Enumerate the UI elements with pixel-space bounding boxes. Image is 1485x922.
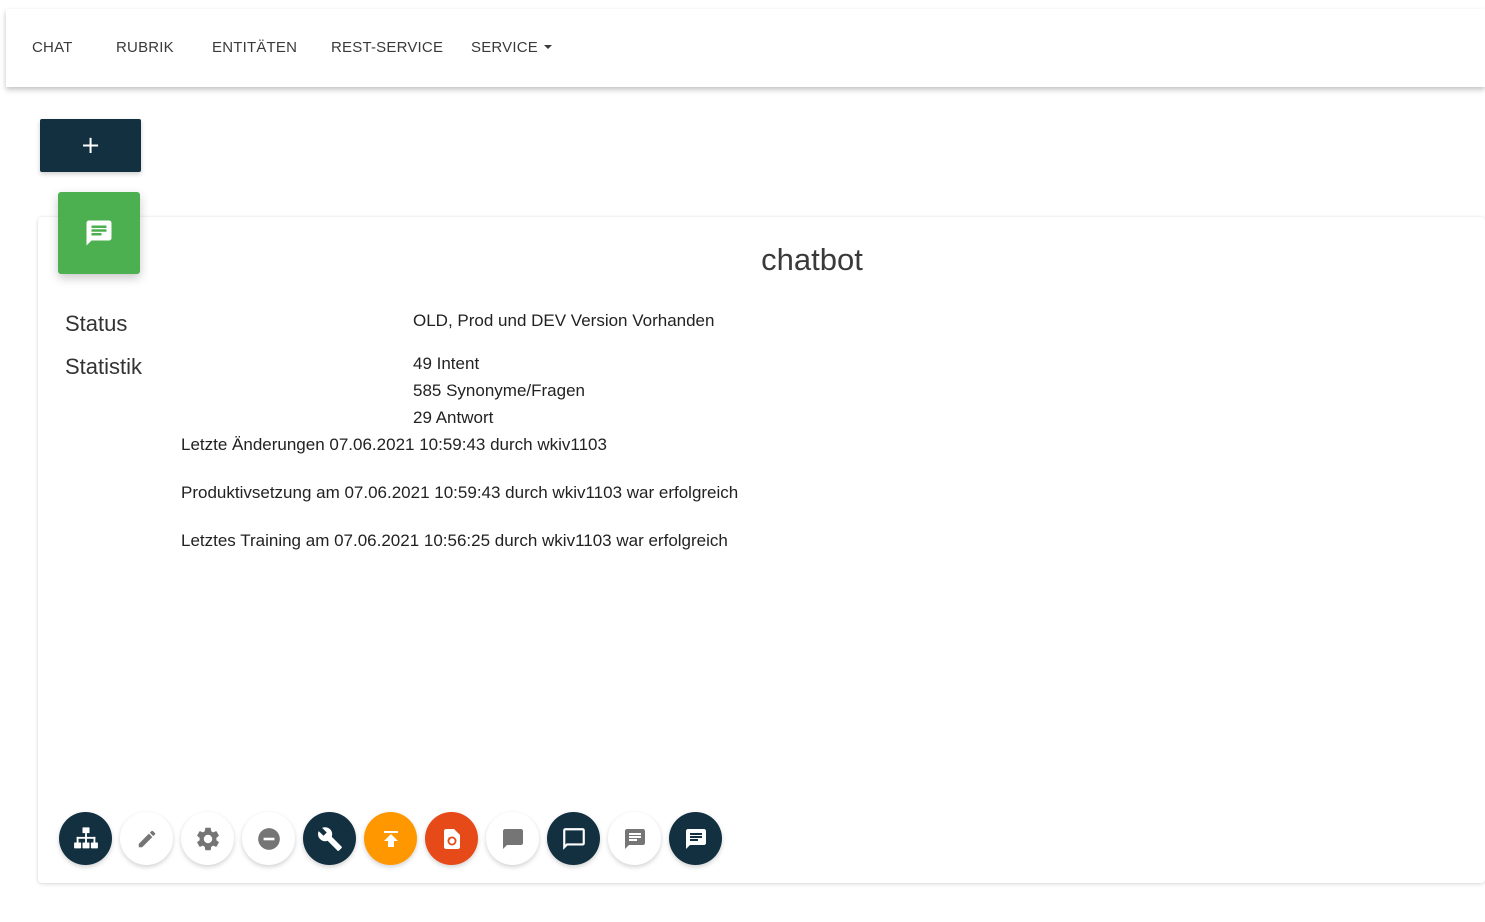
edit-button[interactable] bbox=[120, 812, 173, 865]
card-title: chatbot bbox=[761, 242, 863, 277]
status-value: OLD, Prod und DEV Version Vorhanden bbox=[413, 311, 715, 330]
add-button[interactable]: + bbox=[40, 119, 141, 172]
statistik-label: Statistik bbox=[65, 354, 143, 379]
restore-button[interactable] bbox=[425, 812, 478, 865]
chat-outline-icon bbox=[562, 827, 585, 850]
last-changes-info: Letzte Änderungen 07.06.2021 10:59:43 du… bbox=[181, 435, 607, 454]
nav-service-label: SERVICE bbox=[471, 39, 538, 56]
message-text-dark-button[interactable] bbox=[669, 812, 722, 865]
sitemap-button[interactable] bbox=[59, 812, 112, 865]
edit-icon bbox=[138, 830, 155, 847]
production-info: Produktivsetzung am 07.06.2021 10:59:43 … bbox=[181, 483, 739, 502]
message-text-icon bbox=[685, 828, 706, 849]
caret-down-icon bbox=[543, 45, 552, 50]
statistik-intent: 49 Intent bbox=[413, 354, 480, 373]
chat-bubble-button[interactable] bbox=[486, 812, 539, 865]
nav-service-dropdown[interactable]: SERVICE bbox=[471, 39, 552, 56]
gear-icon bbox=[196, 827, 219, 850]
top-navbar: CHAT RUBRIK ENTITÄTEN REST-SERVICE SERVI… bbox=[6, 9, 1485, 87]
training-info: Letztes Training am 07.06.2021 10:56:25 … bbox=[181, 531, 728, 550]
publish-button[interactable] bbox=[364, 812, 417, 865]
status-label: Status bbox=[65, 311, 128, 336]
publish-icon bbox=[383, 830, 398, 847]
minus-circle-icon bbox=[257, 827, 280, 850]
nav-chat[interactable]: CHAT bbox=[32, 39, 73, 56]
settings-button[interactable] bbox=[181, 812, 234, 865]
message-text-button[interactable] bbox=[608, 812, 661, 865]
message-text-icon bbox=[624, 828, 645, 849]
remove-button[interactable] bbox=[242, 812, 295, 865]
chat-outline-button[interactable] bbox=[547, 812, 600, 865]
tools-button[interactable] bbox=[303, 812, 356, 865]
nav-entitaeten[interactable]: ENTITÄTEN bbox=[212, 39, 297, 56]
nav-rubrik[interactable]: RUBRIK bbox=[116, 39, 174, 56]
restore-icon bbox=[443, 828, 460, 849]
statistik-antwort: 29 Antwort bbox=[413, 408, 494, 427]
statistik-synonyme: 585 Synonyme/Fragen bbox=[413, 381, 585, 400]
chat-bubble-icon bbox=[502, 828, 523, 849]
nav-rest-service[interactable]: REST-SERVICE bbox=[331, 39, 443, 56]
sitemap-icon bbox=[73, 826, 98, 848]
wrench-icon bbox=[317, 826, 342, 851]
